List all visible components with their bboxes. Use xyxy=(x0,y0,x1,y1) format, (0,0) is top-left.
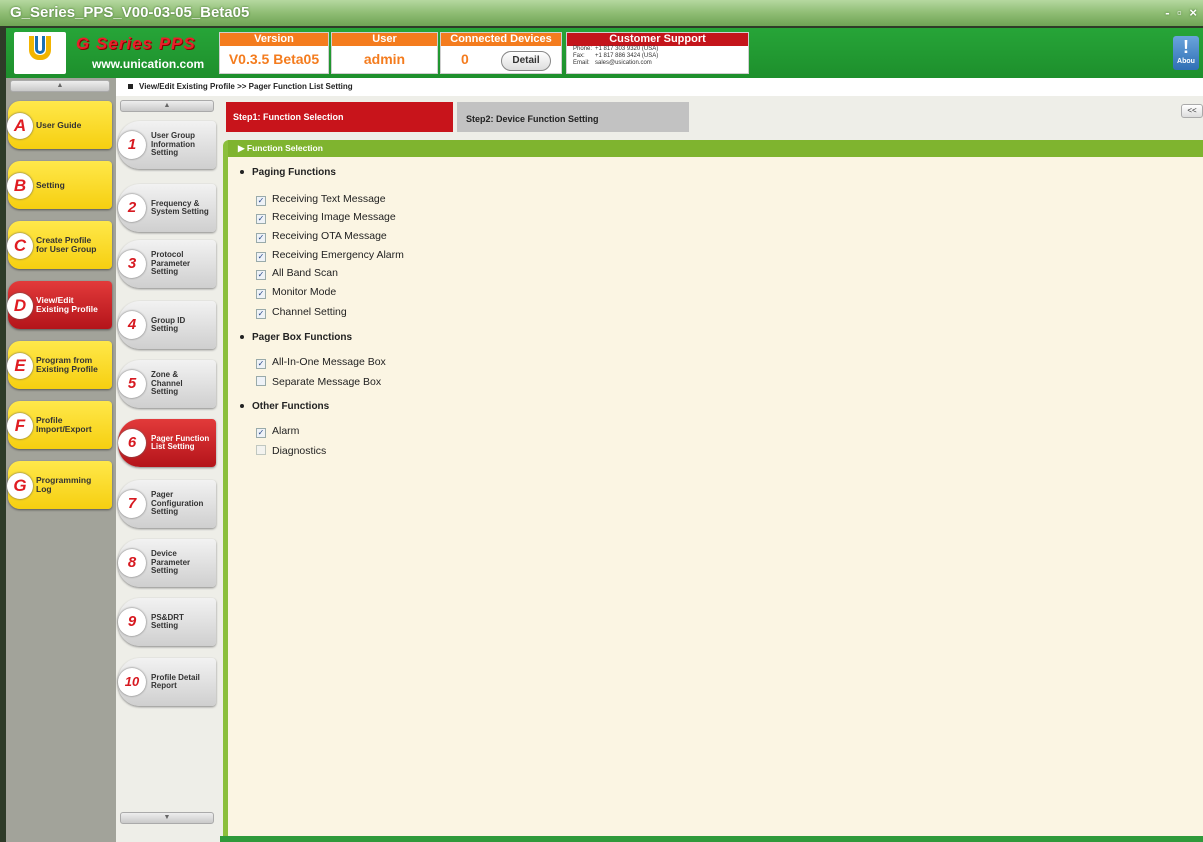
nav-programming-log[interactable]: G Programming Log xyxy=(7,461,112,509)
option-receiving-emergency[interactable]: ✓ Receiving Emergency Alarm xyxy=(256,248,404,262)
connected-devices-box: Connected Devices 0 Detail xyxy=(440,32,562,74)
option-diagnostics[interactable]: Diagnostics xyxy=(256,444,326,458)
user-caption: User xyxy=(332,33,437,46)
title-bar: G_Series_PPS_V00-03-05_Beta05 - ▫ × xyxy=(0,0,1203,26)
subnav-user-group-info[interactable]: 1 User Group Information Setting xyxy=(118,121,216,169)
main-nav-scroll-up[interactable]: ▲ xyxy=(10,80,110,92)
checkbox-checked[interactable]: ✓ xyxy=(256,233,266,243)
detail-button[interactable]: Detail xyxy=(501,51,551,71)
app-window: G_Series_PPS_V00-03-05_Beta05 - ▫ × Unic… xyxy=(0,0,1203,842)
nav-profile-import-export[interactable]: F Profile Import/Export xyxy=(7,401,112,449)
function-selection-panel: ▶ Function Selection Paging Functions ✓ R… xyxy=(223,140,1203,842)
checkbox-checked[interactable]: ✓ xyxy=(256,196,266,206)
tab-function-selection[interactable]: Step1: Function Selection xyxy=(226,102,453,132)
window-title: G_Series_PPS_V00-03-05_Beta05 xyxy=(10,4,250,21)
nav-view-edit-profile[interactable]: D View/Edit Existing Profile xyxy=(7,281,112,329)
subnav-profile-detail-report[interactable]: 10 Profile Detail Report xyxy=(118,658,216,706)
nav-create-profile[interactable]: C Create Profile for User Group xyxy=(7,221,112,269)
breadcrumb: View/Edit Existing Profile >> Pager Func… xyxy=(116,78,1203,96)
subnav-ps-drt[interactable]: 9 PS&DRT Setting xyxy=(118,598,216,646)
bottom-bar xyxy=(220,836,1203,842)
section-pager-box-functions: Pager Box Functions xyxy=(240,332,352,343)
checkbox-checked[interactable]: ✓ xyxy=(256,359,266,369)
support-fax: Fax: +1 817 886 3424 (USA) xyxy=(573,53,659,59)
support-phone: Phone: +1 817 303 9320 (USA) xyxy=(573,46,659,52)
website-link: www.unication.com xyxy=(92,57,205,71)
subnav-frequency-system[interactable]: 2 Frequency & System Setting xyxy=(118,184,216,232)
option-all-band-scan[interactable]: ✓ All Band Scan xyxy=(256,266,338,280)
option-channel-setting[interactable]: ✓ Channel Setting xyxy=(256,305,347,319)
option-separate-box[interactable]: Separate Message Box xyxy=(256,375,381,389)
panel-title: ▶ Function Selection xyxy=(228,140,1203,157)
about-button[interactable]: ! Abou xyxy=(1173,36,1199,70)
nav-user-guide[interactable]: A User Guide xyxy=(7,101,112,149)
tab-device-function-setting[interactable]: Step2: Device Function Setting xyxy=(457,102,689,132)
devices-caption: Connected Devices xyxy=(441,33,561,46)
subnav-device-parameter[interactable]: 8 Device Parameter Setting xyxy=(118,539,216,587)
option-all-in-one-box[interactable]: ✓ All-In-One Message Box xyxy=(256,355,386,369)
nav-program-from-profile[interactable]: E Program from Existing Profile xyxy=(7,341,112,389)
subnav-pager-function-list[interactable]: 6 Pager Function List Setting xyxy=(118,419,216,467)
option-monitor-mode[interactable]: ✓ Monitor Mode xyxy=(256,285,336,299)
product-brand: G Series PPS xyxy=(76,34,196,53)
logo-text: Unication xyxy=(24,62,56,69)
user-value: admin xyxy=(363,51,406,67)
section-paging-functions: Paging Functions xyxy=(240,167,336,178)
option-receiving-text[interactable]: ✓ Receiving Text Message xyxy=(256,192,386,206)
support-caption: Customer Support xyxy=(567,33,748,46)
subnav-group-id[interactable]: 4 Group ID Setting xyxy=(118,301,216,349)
checkbox-checked[interactable]: ✓ xyxy=(256,309,266,319)
version-caption: Version xyxy=(220,33,328,46)
subnav-pager-configuration[interactable]: 7 Pager Configuration Setting xyxy=(118,480,216,528)
sub-nav: ▲ 1 User Group Information Setting 2 Frequ… xyxy=(116,96,220,842)
subnav-zone-channel[interactable]: 5 Zone & Channel Setting xyxy=(118,360,216,408)
logo-inner-u-icon xyxy=(35,36,45,54)
window-controls[interactable]: - ▫ × xyxy=(1165,0,1199,26)
version-box: Version V0.3.5 Beta05 xyxy=(219,32,329,74)
customer-support-box: Customer Support Phone: +1 817 303 9320 (… xyxy=(566,32,749,74)
checkbox-unchecked[interactable] xyxy=(256,376,266,386)
app-header: Unication G Series PPS www.unication.com… xyxy=(6,28,1203,78)
sub-nav-scroll-up[interactable]: ▲ xyxy=(120,100,214,112)
back-button[interactable]: << xyxy=(1181,104,1203,118)
breadcrumb-bullet xyxy=(128,84,133,90)
nav-setting[interactable]: B Setting xyxy=(7,161,112,209)
option-receiving-image[interactable]: ✓ Receiving Image Message xyxy=(256,210,396,224)
checkbox-unchecked[interactable] xyxy=(256,445,266,455)
main-nav: ▲ A User Guide B Setting C Create Profile f… xyxy=(6,78,116,842)
checkbox-checked[interactable]: ✓ xyxy=(256,214,266,224)
unication-logo: Unication xyxy=(14,32,66,74)
user-box: User admin xyxy=(331,32,438,74)
support-email: Email: sales@usication.com xyxy=(573,60,652,66)
checkbox-checked[interactable]: ✓ xyxy=(256,252,266,262)
checkbox-checked[interactable]: ✓ xyxy=(256,270,266,280)
section-other-functions: Other Functions xyxy=(240,401,329,412)
option-alarm[interactable]: ✓ Alarm xyxy=(256,424,299,438)
sub-nav-scroll-down[interactable]: ▼ xyxy=(120,812,214,824)
checkbox-checked[interactable]: ✓ xyxy=(256,428,266,438)
subnav-protocol-parameter[interactable]: 3 Protocol Parameter Setting xyxy=(118,240,216,288)
checkbox-checked[interactable]: ✓ xyxy=(256,289,266,299)
option-receiving-ota[interactable]: ✓ Receiving OTA Message xyxy=(256,229,387,243)
version-value: V0.3.5 Beta05 xyxy=(228,51,320,67)
